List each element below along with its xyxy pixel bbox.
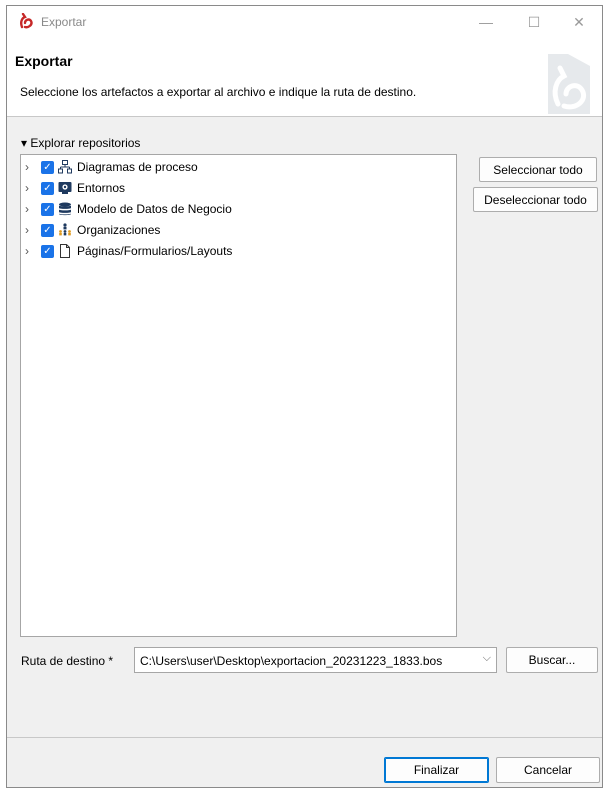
expand-chevron-icon[interactable]: ›	[25, 202, 37, 216]
close-button[interactable]: ✕	[556, 6, 602, 38]
environment-icon	[57, 180, 73, 196]
title-bar: Exportar — ☐ ✕	[7, 6, 602, 38]
tree-item-label: Páginas/Formularios/Layouts	[77, 244, 233, 258]
bonita-logo-icon	[20, 13, 33, 29]
cancel-button[interactable]: Cancelar	[496, 757, 600, 783]
organization-icon	[57, 222, 73, 238]
checkbox-process-diagrams[interactable]: ✓	[41, 160, 54, 174]
expand-chevron-icon[interactable]: ›	[25, 181, 37, 195]
repository-tree[interactable]: › ✓ Diagramas de proceso › ✓ Entornos › …	[20, 154, 457, 637]
tree-item-organizations[interactable]: › ✓ Organizaciones	[25, 220, 160, 240]
collapse-arrow-icon: ▾	[21, 136, 28, 150]
checkbox-pages-forms-layouts[interactable]: ✓	[41, 244, 54, 258]
explore-repositories-toggle[interactable]: ▾ Explorar repositorios	[21, 136, 140, 150]
page-icon	[57, 243, 73, 259]
dialog-header: Exportar Seleccione los artefactos a exp…	[7, 38, 602, 117]
bonita-watermark-logo-icon	[548, 54, 590, 114]
deselect-all-button[interactable]: Deseleccionar todo	[473, 187, 598, 212]
maximize-button[interactable]: ☐	[511, 6, 557, 38]
tree-item-label: Modelo de Datos de Negocio	[77, 202, 232, 216]
export-dialog: Exportar — ☐ ✕ Exportar Seleccione los a…	[6, 5, 603, 788]
tree-item-business-data-model[interactable]: › ✓ Modelo de Datos de Negocio	[25, 199, 232, 219]
header-title: Exportar	[15, 53, 73, 69]
destination-label: Ruta de destino *	[21, 654, 114, 668]
expand-chevron-icon[interactable]: ›	[25, 160, 37, 174]
minimize-button[interactable]: —	[463, 6, 509, 38]
database-icon	[57, 201, 73, 217]
header-description: Seleccione los artefactos a exportar al …	[20, 85, 417, 99]
checkbox-business-data-model[interactable]: ✓	[41, 202, 54, 216]
browse-button[interactable]: Buscar...	[506, 647, 598, 673]
tree-item-label: Diagramas de proceso	[77, 160, 198, 174]
tree-item-process-diagrams[interactable]: › ✓ Diagramas de proceso	[25, 157, 198, 177]
process-diagram-icon	[57, 159, 73, 175]
expand-chevron-icon[interactable]: ›	[25, 223, 37, 237]
tree-item-label: Entornos	[77, 181, 126, 195]
tree-item-pages-forms-layouts[interactable]: › ✓ Páginas/Formularios/Layouts	[25, 241, 232, 261]
footer-separator	[7, 737, 602, 738]
tree-item-environments[interactable]: › ✓ Entornos	[25, 178, 125, 198]
window-title: Exportar	[41, 15, 87, 29]
destination-path-value[interactable]: C:\Users\user\Desktop\exportacion_202312…	[140, 654, 442, 668]
tree-item-label: Organizaciones	[77, 223, 161, 237]
chevron-down-icon[interactable]: ⌵	[483, 652, 491, 665]
checkbox-environments[interactable]: ✓	[41, 181, 54, 195]
checkbox-organizations[interactable]: ✓	[41, 223, 54, 237]
explore-repositories-label: Explorar repositorios	[30, 136, 141, 150]
expand-chevron-icon[interactable]: ›	[25, 244, 37, 258]
select-all-button[interactable]: Seleccionar todo	[479, 157, 597, 182]
finish-button[interactable]: Finalizar	[384, 757, 489, 783]
destination-path-combobox[interactable]: C:\Users\user\Desktop\exportacion_202312…	[134, 647, 497, 673]
